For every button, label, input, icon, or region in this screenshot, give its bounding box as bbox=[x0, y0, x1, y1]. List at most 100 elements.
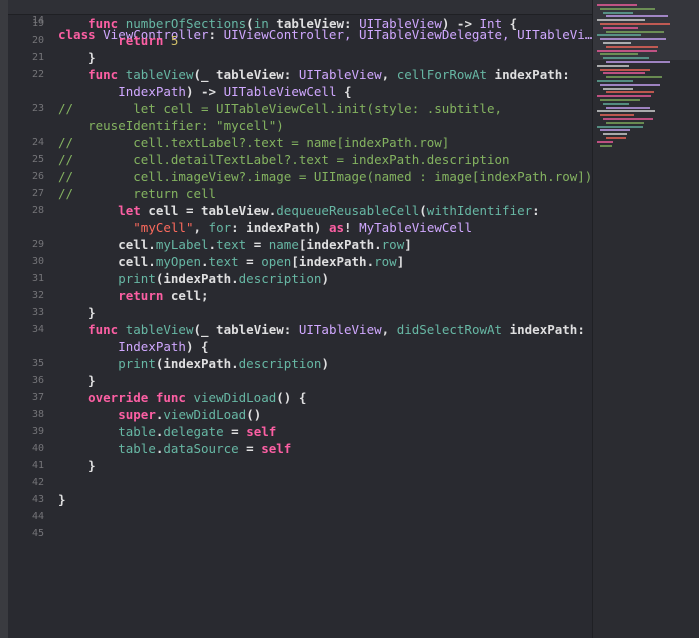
minimap-line bbox=[600, 53, 638, 56]
line-number: 23 bbox=[31, 103, 44, 114]
code-line: 29 cell.myLabel.text = name[indexPath.ro… bbox=[8, 236, 592, 253]
minimap-line bbox=[600, 23, 670, 25]
line-number: 33 bbox=[31, 307, 44, 318]
line-number: 43 bbox=[31, 494, 44, 505]
code-text: // let cell = UITableViewCell.init(style… bbox=[58, 101, 503, 116]
code-text: func tableView(_ tableView: UITableView,… bbox=[88, 322, 585, 337]
minimap-line bbox=[606, 91, 654, 94]
minimap-line bbox=[603, 87, 633, 90]
minimap-line bbox=[600, 144, 612, 147]
minimap-line bbox=[597, 19, 645, 22]
code-text: table.dataSource = self bbox=[118, 441, 292, 456]
line-number: 27 bbox=[31, 188, 44, 199]
code-text: override func viewDidLoad() { bbox=[88, 390, 307, 405]
minimap-line bbox=[606, 137, 626, 139]
code-text: } bbox=[58, 492, 66, 507]
code-text: IndexPath) { bbox=[118, 339, 209, 354]
code-line: 23 // let cell = UITableViewCell.init(sty… bbox=[8, 100, 592, 117]
minimap-line bbox=[603, 102, 629, 105]
minimap-line bbox=[597, 80, 633, 82]
line-number: 24 bbox=[31, 137, 44, 148]
minimap-line bbox=[600, 68, 650, 71]
code-text: "myCell", for: indexPath) as! MyTableVie… bbox=[133, 220, 472, 235]
code-line: 19 func numberOfSections(in tableView: U… bbox=[8, 15, 592, 32]
code-line: 28 let cell = tableView.dequeueReusableC… bbox=[8, 202, 592, 219]
line-number: 38 bbox=[31, 409, 44, 420]
line-number: 26 bbox=[31, 171, 44, 182]
minimap-line bbox=[597, 140, 613, 143]
minimap-line bbox=[600, 129, 630, 132]
minimap-line bbox=[606, 45, 658, 48]
code-line: 43} bbox=[8, 491, 592, 508]
code-editor[interactable]: 14 class ViewController: UIViewControlle… bbox=[8, 0, 592, 638]
code-line: 44 bbox=[8, 508, 592, 525]
minimap-line bbox=[603, 57, 649, 60]
code-text: } bbox=[58, 305, 96, 320]
minimap-line bbox=[603, 133, 627, 136]
minimap-line bbox=[606, 61, 670, 63]
code-line: IndexPath) -> UITableViewCell { bbox=[8, 83, 592, 100]
line-number: 21 bbox=[31, 52, 44, 63]
line-number: 44 bbox=[31, 511, 44, 522]
line-number: 42 bbox=[31, 477, 44, 488]
code-line: 45 bbox=[8, 525, 592, 542]
line-number: 25 bbox=[31, 154, 44, 165]
code-line: 22 func tableView(_ tableView: UITableVi… bbox=[8, 66, 592, 83]
code-text: super.viewDidLoad() bbox=[118, 407, 262, 422]
line-number: 37 bbox=[31, 392, 44, 403]
code-text: print(indexPath.description) bbox=[118, 271, 329, 286]
minimap-line bbox=[600, 114, 634, 117]
code-text: func numberOfSections(in tableView: UITa… bbox=[88, 16, 518, 31]
minimap-line bbox=[597, 125, 643, 128]
code-line: 41 } bbox=[8, 457, 592, 474]
minimap-line bbox=[597, 64, 629, 67]
code-line: reuseIdentifier: "mycell") bbox=[8, 117, 592, 134]
code-line: 32 return cell; bbox=[8, 287, 592, 304]
minimap-line bbox=[606, 15, 668, 18]
code-text: print(indexPath.description) bbox=[118, 356, 329, 371]
line-number: 39 bbox=[31, 426, 44, 437]
line-number: 36 bbox=[31, 375, 44, 386]
minimap-line bbox=[606, 121, 644, 124]
minimap-line bbox=[606, 30, 664, 33]
line-number: 28 bbox=[31, 205, 44, 216]
minimap-line bbox=[597, 4, 637, 6]
code-line: 36 } bbox=[8, 372, 592, 389]
minimap-line bbox=[606, 106, 650, 109]
line-number: 29 bbox=[31, 239, 44, 250]
minimap-line bbox=[597, 110, 655, 113]
code-line: 21 } bbox=[8, 49, 592, 66]
minimap-line bbox=[603, 26, 638, 29]
code-line: 40 table.dataSource = self bbox=[8, 440, 592, 457]
minimap-line bbox=[603, 11, 633, 14]
minimap-line bbox=[597, 34, 641, 37]
code-text: } bbox=[58, 50, 96, 65]
code-line: 34 func tableView(_ tableView: UITableVi… bbox=[8, 321, 592, 338]
line-number: 41 bbox=[31, 460, 44, 471]
code-text: // cell.detailTextLabel?.text = indexPat… bbox=[58, 152, 510, 167]
code-text: // return cell bbox=[58, 186, 217, 201]
code-line: 33 } bbox=[8, 304, 592, 321]
code-text: return 5 bbox=[118, 33, 179, 48]
minimap-line bbox=[606, 76, 662, 79]
sticky-scope-header[interactable]: 14 class ViewController: UIViewControlle… bbox=[8, 0, 592, 42]
code-line: IndexPath) { bbox=[8, 338, 592, 355]
minimap-line bbox=[600, 38, 666, 41]
code-line: 24 // cell.textLabel?.text = name[indexPa… bbox=[8, 134, 592, 151]
line-number: 22 bbox=[31, 69, 44, 80]
minimap-line bbox=[597, 95, 651, 98]
line-number: 40 bbox=[31, 443, 44, 454]
code-text: // cell.imageView?.image = UIImage(named… bbox=[58, 169, 592, 184]
minimap-line bbox=[600, 7, 655, 10]
minimap[interactable] bbox=[592, 0, 699, 638]
code-line: 39 table.delegate = self bbox=[8, 423, 592, 440]
code-line: 20 return 5 bbox=[8, 32, 592, 49]
code-line: "myCell", for: indexPath) as! MyTableVie… bbox=[8, 219, 592, 236]
line-number: 30 bbox=[31, 256, 44, 267]
code-line: 25 // cell.detailTextLabel?.text = indexP… bbox=[8, 151, 592, 168]
code-text: cell.myLabel.text = name[indexPath.row] bbox=[58, 237, 412, 252]
code-text: func tableView(_ tableView: UITableView,… bbox=[88, 67, 570, 82]
code-text: cell.myOpen.text = open[indexPath.row] bbox=[58, 254, 405, 269]
code-text: } bbox=[58, 458, 96, 473]
minimap-line bbox=[600, 83, 660, 86]
